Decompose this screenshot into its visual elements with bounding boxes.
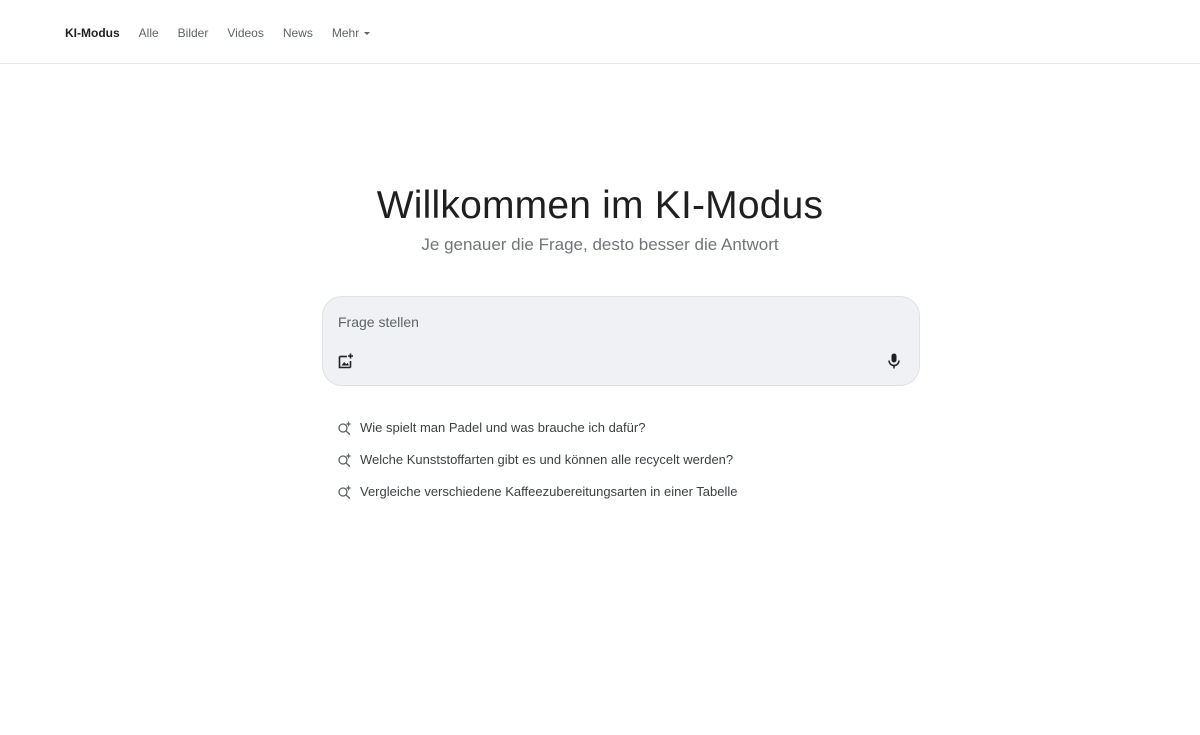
tab-mehr-label: Mehr [331,26,360,40]
tab-videos[interactable]: Videos [227,26,263,40]
image-upload-icon[interactable] [337,352,355,370]
search-input[interactable] [338,311,878,333]
page-subtitle: Je genauer die Frage, desto besser die A… [421,235,779,254]
tab-ki-modus[interactable]: KI-Modus [65,26,120,40]
top-navigation: KI-Modus Alle Bilder Videos News Mehr [0,0,1200,64]
search-sparkle-icon [338,452,352,467]
search-box [322,296,920,386]
nav-tabs: KI-Modus Alle Bilder Videos News Mehr [65,26,389,40]
suggestion-list: Wie spielt man Padel und was brauche ich… [337,411,897,507]
suggestion-text: Wie spielt man Padel und was brauche ich… [360,419,646,435]
tab-alle[interactable]: Alle [139,26,159,40]
caret-down-icon [364,32,371,35]
suggestion-text: Vergleiche verschiedene Kaffeezubereitun… [360,483,738,499]
search-sparkle-icon [338,420,352,435]
search-sparkle-icon [338,484,352,499]
tab-news[interactable]: News [283,26,313,40]
suggestion-item[interactable]: Wie spielt man Padel und was brauche ich… [337,411,897,443]
page-title: Willkommen im KI-Modus [376,184,824,227]
microphone-icon[interactable] [885,352,903,370]
tab-mehr[interactable]: Mehr [331,26,371,40]
tab-bilder[interactable]: Bilder [178,26,209,40]
suggestion-item[interactable]: Welche Kunststoffarten gibt es und könne… [337,443,897,475]
suggestion-item[interactable]: Vergleiche verschiedene Kaffeezubereitun… [337,475,897,507]
suggestion-text: Welche Kunststoffarten gibt es und könne… [360,451,734,467]
